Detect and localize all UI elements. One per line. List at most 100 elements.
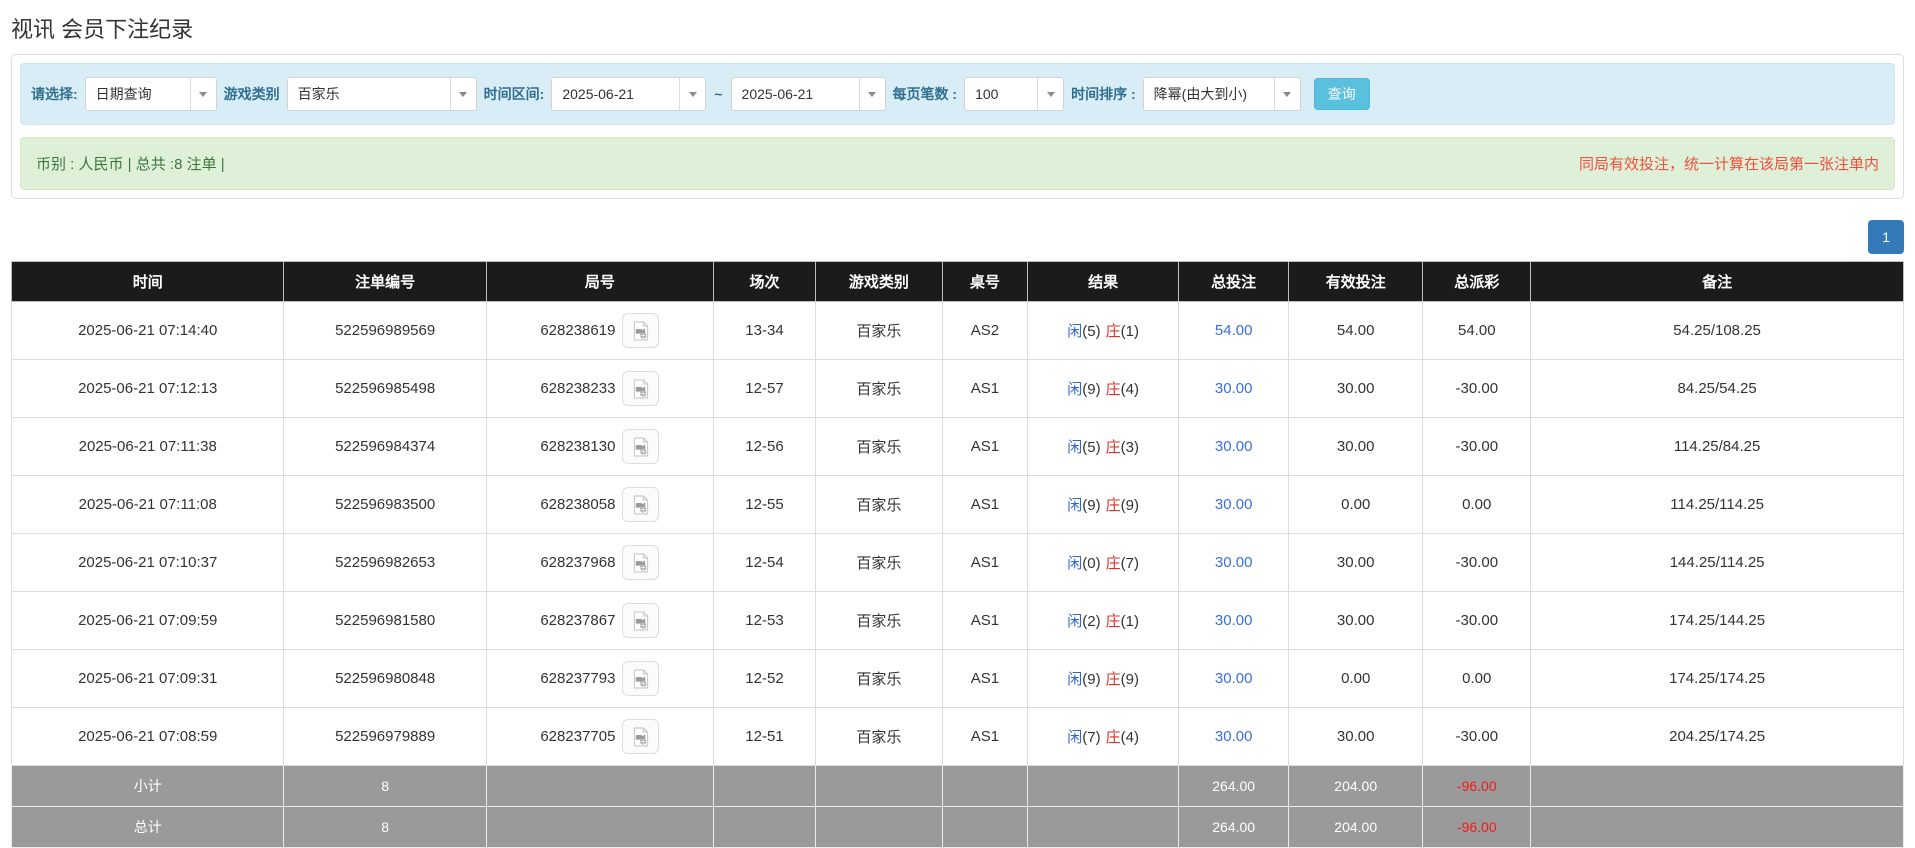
- footer-empty-cell: [713, 766, 815, 807]
- caret-down-icon: [190, 78, 216, 110]
- player-score: (9): [1082, 497, 1100, 514]
- player-result-label: 闲: [1067, 613, 1082, 630]
- banker-result-label: 庄: [1106, 671, 1121, 688]
- game-cell: 百家乐: [816, 534, 943, 592]
- table-row: 2025-06-21 07:09:59522596981580628237867…: [12, 592, 1904, 650]
- player-result-label: 闲: [1067, 323, 1082, 340]
- caret-down-icon: [679, 78, 705, 110]
- date-to-value: 2025-06-21: [732, 78, 824, 110]
- result-cell: 闲(9)庄(9): [1027, 476, 1178, 534]
- footer-empty-cell: [816, 807, 943, 848]
- game-cell: 百家乐: [816, 360, 943, 418]
- footer-empty-cell: [942, 766, 1027, 807]
- player-score: (2): [1082, 613, 1100, 630]
- page-size-label: 每页笔数 :: [893, 84, 958, 104]
- range-separator: ~: [713, 86, 723, 102]
- video-replay-button[interactable]: [622, 371, 659, 406]
- query-type-select[interactable]: 日期查询: [85, 77, 217, 111]
- video-replay-button[interactable]: [622, 719, 659, 754]
- banker-score: (1): [1121, 323, 1139, 340]
- total-bet-link[interactable]: 30.00: [1215, 670, 1253, 687]
- game-cell: 百家乐: [816, 476, 943, 534]
- pagination: 1: [11, 220, 1904, 254]
- total-bet-link[interactable]: 30.00: [1215, 438, 1253, 455]
- round-id: 628238058: [540, 496, 615, 513]
- round-cell: 628238058: [486, 476, 713, 534]
- bet-id-cell: 522596985498: [284, 360, 486, 418]
- video-replay-button[interactable]: [622, 487, 659, 522]
- payout-cell: 54.00: [1423, 302, 1531, 360]
- note-cell: 54.25/108.25: [1531, 302, 1904, 360]
- total-bet-link[interactable]: 30.00: [1215, 612, 1253, 629]
- page-1-button[interactable]: 1: [1868, 220, 1904, 254]
- banker-result-label: 庄: [1106, 439, 1121, 456]
- page-title: 视讯 会员下注纪录: [11, 12, 1904, 44]
- valid-bet-cell: 30.00: [1289, 592, 1423, 650]
- footer-empty-cell: [1531, 766, 1904, 807]
- player-score: (7): [1082, 729, 1100, 746]
- column-header: 有效投注: [1289, 262, 1423, 302]
- payout-cell: 0.00: [1423, 650, 1531, 708]
- session-cell: 12-53: [713, 592, 815, 650]
- time-cell: 2025-06-21 07:09:31: [12, 650, 284, 708]
- table-row: 2025-06-21 07:11:08522596983500628238058…: [12, 476, 1904, 534]
- total-bet-link[interactable]: 54.00: [1215, 322, 1253, 339]
- table-no-cell: AS1: [942, 360, 1027, 418]
- video-file-icon: [630, 320, 652, 342]
- time-sort-select[interactable]: 降幂(由大到小): [1143, 77, 1301, 111]
- column-header: 局号: [486, 262, 713, 302]
- table-row: 2025-06-21 07:11:38522596984374628238130…: [12, 418, 1904, 476]
- game-category-label: 游戏类别: [224, 84, 280, 104]
- video-replay-button[interactable]: [622, 313, 659, 348]
- footer-total-bet: 264.00: [1179, 766, 1289, 807]
- video-replay-button[interactable]: [622, 603, 659, 638]
- search-button[interactable]: 查询: [1314, 78, 1370, 110]
- session-cell: 12-54: [713, 534, 815, 592]
- date-from-input[interactable]: 2025-06-21: [551, 77, 706, 111]
- player-score: (0): [1082, 555, 1100, 572]
- payout-cell: -30.00: [1423, 418, 1531, 476]
- footer-empty-cell: [486, 766, 713, 807]
- player-result-label: 闲: [1067, 439, 1082, 456]
- total-bet-cell: 30.00: [1179, 476, 1289, 534]
- currency-total-text: 币别 : 人民币 | 总共 :8 注单 |: [36, 153, 225, 174]
- video-replay-button[interactable]: [622, 661, 659, 696]
- result-cell: 闲(9)庄(4): [1027, 360, 1178, 418]
- game-cell: 百家乐: [816, 302, 943, 360]
- total-bet-link[interactable]: 30.00: [1215, 554, 1253, 571]
- column-header: 结果: [1027, 262, 1178, 302]
- page-size-select[interactable]: 100: [964, 77, 1064, 111]
- banker-score: (9): [1121, 671, 1139, 688]
- footer-count: 8: [284, 766, 486, 807]
- banker-result-label: 庄: [1106, 323, 1121, 340]
- filter-bar: 请选择: 日期查询 游戏类别 百家乐 时间区间: 2025-06-21 ~ 20…: [20, 63, 1895, 125]
- table-no-cell: AS1: [942, 418, 1027, 476]
- bet-id-cell: 522596983500: [284, 476, 486, 534]
- note-cell: 204.25/174.25: [1531, 708, 1904, 766]
- payout-cell: -30.00: [1423, 708, 1531, 766]
- total-bet-cell: 54.00: [1179, 302, 1289, 360]
- payout-cell: -30.00: [1423, 592, 1531, 650]
- banker-score: (4): [1121, 381, 1139, 398]
- date-to-input[interactable]: 2025-06-21: [731, 77, 886, 111]
- bet-id-cell: 522596981580: [284, 592, 486, 650]
- bet-id-cell: 522596984374: [284, 418, 486, 476]
- total-bet-cell: 30.00: [1179, 418, 1289, 476]
- total-bet-link[interactable]: 30.00: [1215, 380, 1253, 397]
- total-bet-link[interactable]: 30.00: [1215, 728, 1253, 745]
- video-replay-button[interactable]: [622, 429, 659, 464]
- time-cell: 2025-06-21 07:10:37: [12, 534, 284, 592]
- footer-empty-cell: [816, 766, 943, 807]
- column-header: 备注: [1531, 262, 1904, 302]
- table-footer-row: 小计8264.00204.00-96.00: [12, 766, 1904, 807]
- video-file-icon: [630, 552, 652, 574]
- game-category-select[interactable]: 百家乐: [287, 77, 477, 111]
- total-bet-cell: 30.00: [1179, 592, 1289, 650]
- total-bet-cell: 30.00: [1179, 534, 1289, 592]
- valid-bet-cell: 30.00: [1289, 534, 1423, 592]
- result-cell: 闲(2)庄(1): [1027, 592, 1178, 650]
- video-replay-button[interactable]: [622, 545, 659, 580]
- player-result-label: 闲: [1067, 729, 1082, 746]
- video-file-icon: [630, 494, 652, 516]
- total-bet-link[interactable]: 30.00: [1215, 496, 1253, 513]
